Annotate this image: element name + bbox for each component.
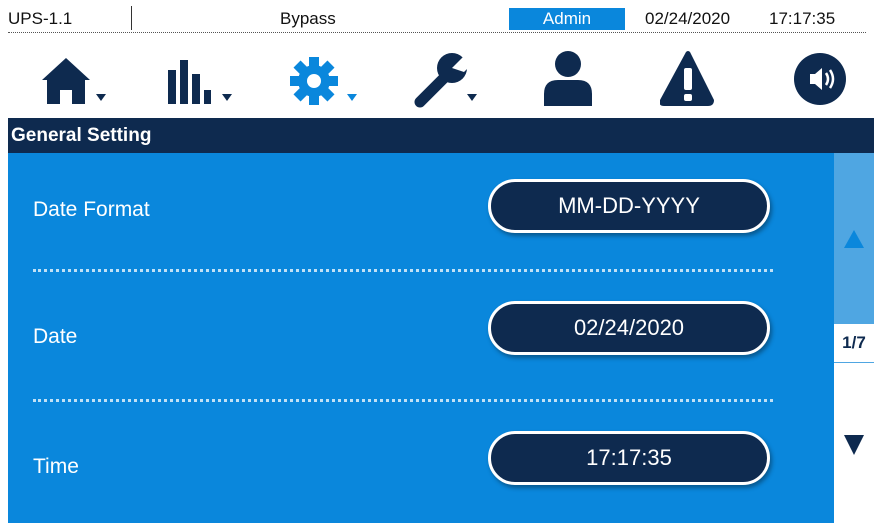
row-divider xyxy=(33,399,773,402)
date-format-label: Date Format xyxy=(33,198,150,221)
user-badge[interactable]: Admin xyxy=(509,8,625,30)
row-divider xyxy=(33,269,773,272)
sound-icon[interactable] xyxy=(790,44,874,114)
page-indicator: 1/7 xyxy=(834,324,874,362)
device-name: UPS-1.1 xyxy=(8,9,73,28)
scroll-down-button[interactable] xyxy=(834,363,874,523)
status-time: 17:17:35 xyxy=(769,9,836,28)
home-icon[interactable] xyxy=(38,44,128,114)
date-format-button[interactable]: MM-DD-YYYY xyxy=(488,179,770,233)
date-label: Date xyxy=(33,325,78,348)
status-separator xyxy=(131,6,132,30)
settings-icon[interactable] xyxy=(286,44,376,114)
user-icon[interactable] xyxy=(540,44,630,114)
time-label: Time xyxy=(33,455,79,478)
arrow-up-icon xyxy=(844,230,864,248)
alarm-icon[interactable] xyxy=(660,44,750,114)
settings-panel: Date Format MM-DD-YYYY Date 02/24/2020 T… xyxy=(8,153,834,523)
time-button[interactable]: 17:17:35 xyxy=(488,431,770,485)
status-divider xyxy=(8,32,866,33)
date-button[interactable]: 02/24/2020 xyxy=(488,301,770,355)
status-date: 02/24/2020 xyxy=(645,9,731,28)
operating-mode: Bypass xyxy=(280,9,336,28)
page-title-bar: General Setting xyxy=(8,118,874,153)
status-bar: UPS-1.1 Bypass Admin 02/24/2020 17:17:35 xyxy=(0,0,874,36)
main-toolbar xyxy=(0,40,874,116)
page-title: General Setting xyxy=(11,125,152,146)
measurement-icon[interactable] xyxy=(160,44,250,114)
maintenance-icon[interactable] xyxy=(412,44,502,114)
arrow-down-icon xyxy=(844,435,864,455)
